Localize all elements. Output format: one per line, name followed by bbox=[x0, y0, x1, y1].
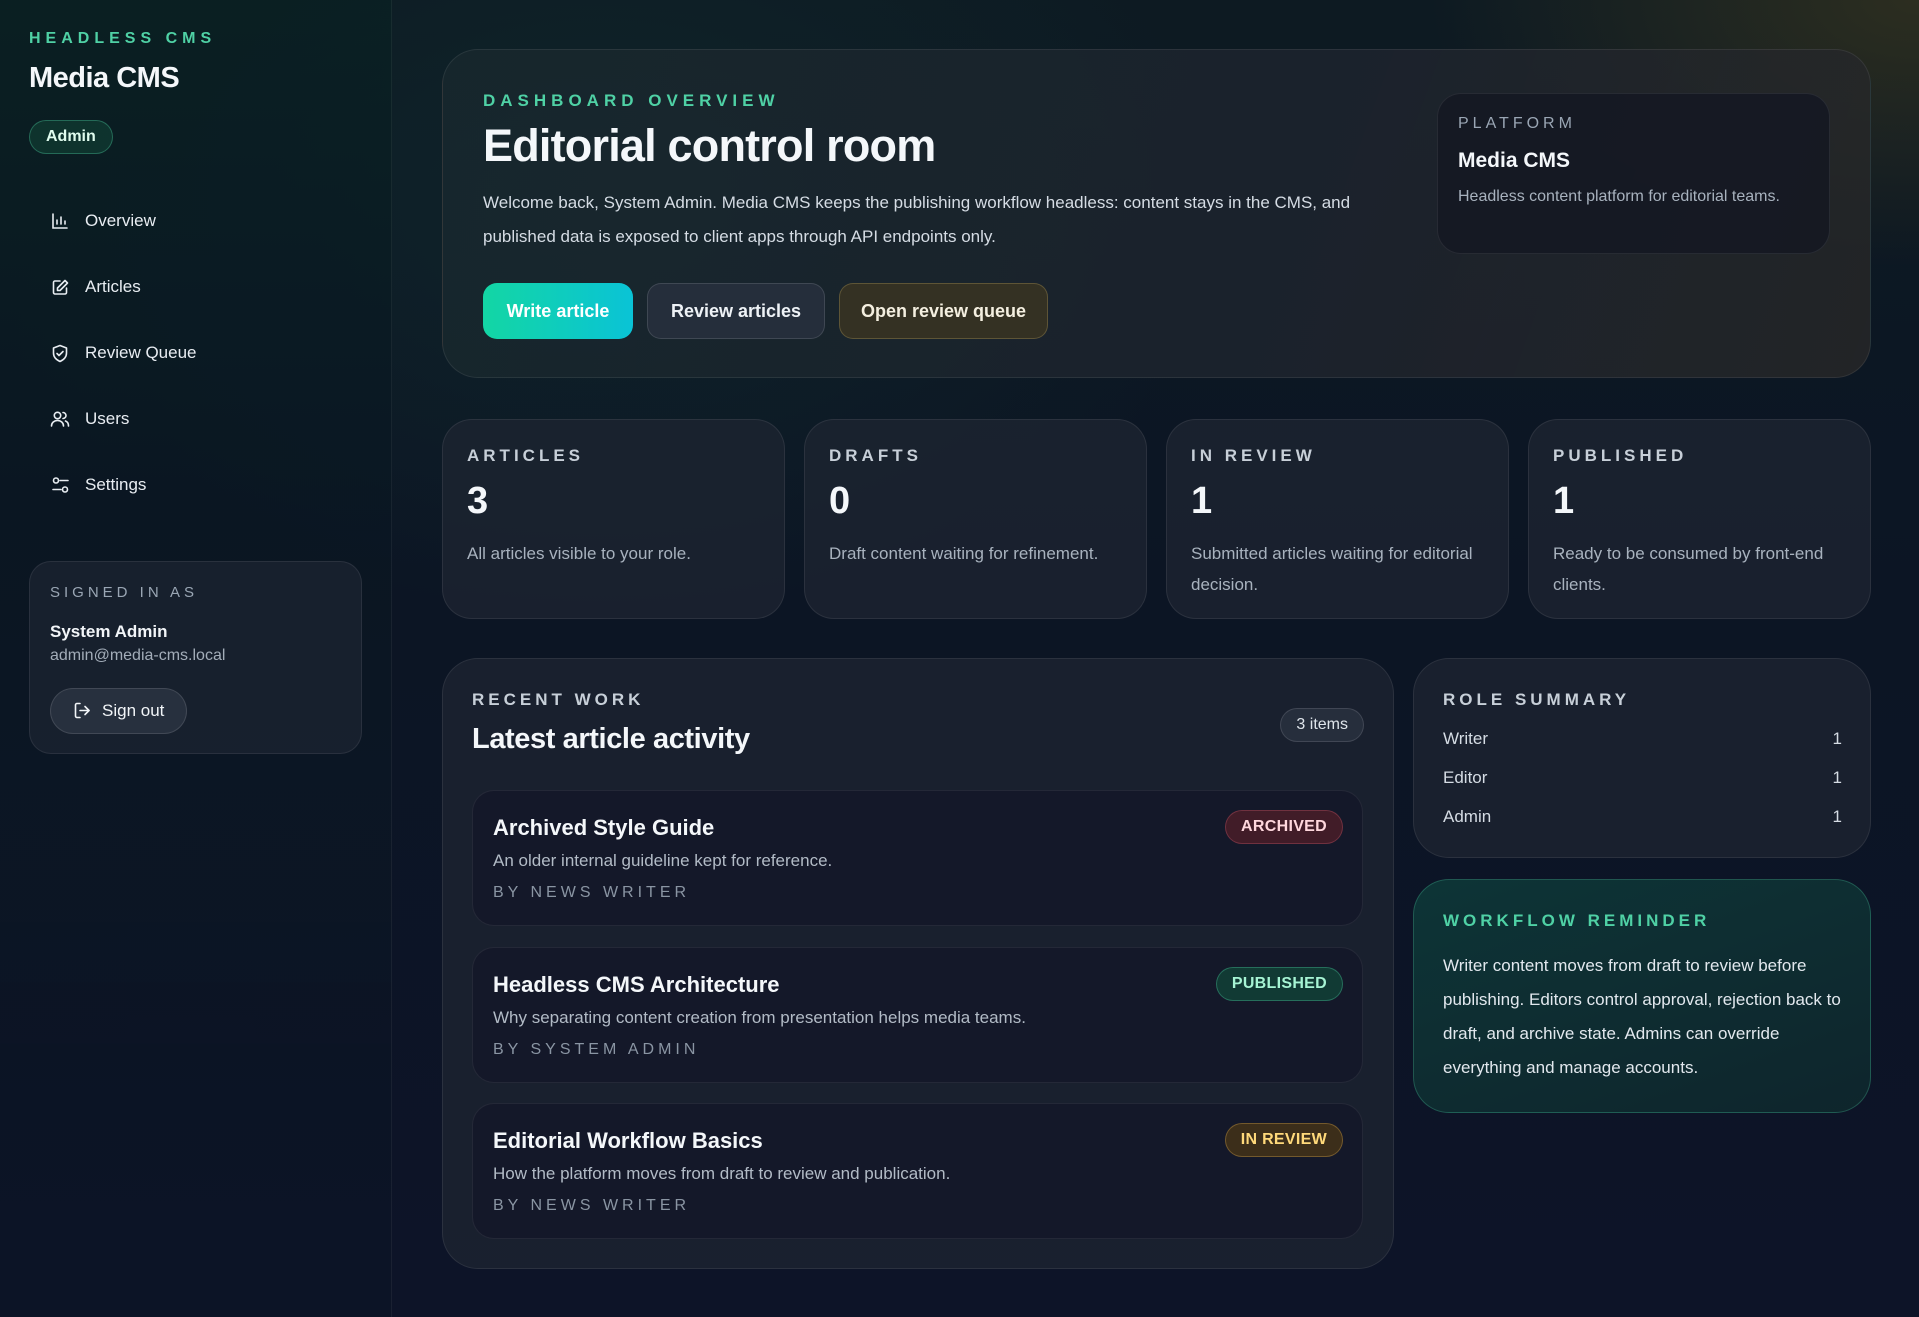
sidebar-item-label: Settings bbox=[85, 475, 147, 494]
settings-sliders-icon bbox=[49, 474, 71, 496]
role-summary-panel: ROLE SUMMARY Writer 1 Editor 1 Admin 1 bbox=[1413, 658, 1871, 858]
platform-description: Headless content platform for editorial … bbox=[1458, 188, 1780, 205]
brand-eyebrow: HEADLESS CMS bbox=[29, 30, 217, 47]
stat-description: Submitted articles waiting for editorial… bbox=[1191, 544, 1473, 594]
signed-in-eyebrow: SIGNED IN AS bbox=[50, 584, 199, 601]
article-item[interactable]: Archived Style Guide An older internal g… bbox=[472, 790, 1363, 926]
bar-chart-icon bbox=[49, 210, 71, 232]
article-author: BY SYSTEM ADMIN bbox=[493, 1041, 700, 1058]
edit-icon bbox=[49, 276, 71, 298]
role-row: Admin 1 bbox=[1443, 807, 1842, 827]
status-badge: PUBLISHED bbox=[1215, 967, 1343, 1001]
stat-value: 1 bbox=[1553, 480, 1575, 522]
role-count: 1 bbox=[1832, 768, 1842, 787]
status-badge: IN REVIEW bbox=[1224, 1123, 1343, 1157]
users-icon bbox=[49, 408, 71, 430]
sidebar-item-label: Review Queue bbox=[85, 343, 197, 362]
stat-label: DRAFTS bbox=[829, 446, 922, 465]
signed-in-card: SIGNED IN AS System Admin admin@media-cm… bbox=[29, 561, 362, 754]
sidebar-item-users[interactable]: Users bbox=[29, 394, 363, 444]
sign-out-button[interactable]: Sign out bbox=[50, 688, 187, 734]
stat-card-drafts: DRAFTS 0 Draft content waiting for refin… bbox=[804, 419, 1147, 619]
sidebar-item-review-queue[interactable]: Review Queue bbox=[29, 328, 363, 378]
platform-name: Media CMS bbox=[1458, 149, 1571, 172]
stat-label: PUBLISHED bbox=[1553, 446, 1688, 465]
sidebar-item-label: Articles bbox=[85, 277, 141, 296]
status-badge: ARCHIVED bbox=[1225, 810, 1343, 844]
platform-card: PLATFORM Media CMS Headless content plat… bbox=[1437, 93, 1830, 254]
sidebar-item-label: Users bbox=[85, 409, 130, 428]
open-review-queue-button[interactable]: Open review queue bbox=[839, 283, 1048, 339]
role-count: 1 bbox=[1832, 729, 1842, 748]
recent-title: Latest article activity bbox=[472, 723, 750, 755]
role-count: 1 bbox=[1832, 807, 1842, 826]
sidebar-item-articles[interactable]: Articles bbox=[29, 262, 363, 312]
review-articles-button[interactable]: Review articles bbox=[647, 283, 825, 339]
role-row: Writer 1 bbox=[1443, 729, 1842, 749]
app-title: Media CMS bbox=[29, 62, 180, 94]
sidebar-item-label: Overview bbox=[85, 211, 156, 230]
stat-value: 0 bbox=[829, 480, 851, 522]
role-name: Writer bbox=[1443, 729, 1489, 748]
article-author: BY NEWS WRITER bbox=[493, 884, 691, 901]
stat-card-published: PUBLISHED 1 Ready to be consumed by fron… bbox=[1528, 419, 1871, 619]
article-item[interactable]: Headless CMS Architecture Why separating… bbox=[472, 947, 1363, 1083]
sidebar-nav: Overview Articles Review Queue Users Set… bbox=[29, 196, 363, 526]
stat-description: Ready to be consumed by front-end client… bbox=[1553, 544, 1824, 594]
article-item[interactable]: Editorial Workflow Basics How the platfo… bbox=[472, 1103, 1363, 1239]
role-summary-eyebrow: ROLE SUMMARY bbox=[1443, 690, 1631, 709]
stat-card-articles: ARTICLES 3 All articles visible to your … bbox=[442, 419, 785, 619]
sidebar: HEADLESS CMS Media CMS Admin Overview Ar… bbox=[0, 0, 392, 1317]
stat-card-in-review: IN REVIEW 1 Submitted articles waiting f… bbox=[1166, 419, 1509, 619]
article-author: BY NEWS WRITER bbox=[493, 1197, 691, 1214]
article-description: An older internal guideline kept for ref… bbox=[493, 851, 833, 870]
article-description: How the platform moves from draft to rev… bbox=[493, 1164, 951, 1183]
write-article-button[interactable]: Write article bbox=[483, 283, 633, 339]
stat-description: All articles visible to your role. bbox=[467, 544, 691, 563]
stat-value: 1 bbox=[1191, 480, 1213, 522]
article-title: Headless CMS Architecture bbox=[493, 972, 780, 997]
article-title: Editorial Workflow Basics bbox=[493, 1128, 763, 1153]
items-count-badge: 3 items bbox=[1280, 708, 1364, 742]
sidebar-item-settings[interactable]: Settings bbox=[29, 460, 363, 510]
logout-icon bbox=[73, 701, 93, 721]
user-name: System Admin bbox=[50, 622, 168, 641]
hero-description: Welcome back, System Admin. Media CMS ke… bbox=[483, 193, 1351, 246]
stat-description: Draft content waiting for refinement. bbox=[829, 544, 1099, 563]
stat-label: IN REVIEW bbox=[1191, 446, 1316, 465]
sign-out-label: Sign out bbox=[102, 701, 165, 720]
role-name: Editor bbox=[1443, 768, 1488, 787]
platform-eyebrow: PLATFORM bbox=[1458, 115, 1576, 132]
article-description: Why separating content creation from pre… bbox=[493, 1008, 1026, 1027]
sidebar-item-overview[interactable]: Overview bbox=[29, 196, 363, 246]
shield-check-icon bbox=[49, 342, 71, 364]
page-title: Editorial control room bbox=[483, 120, 936, 171]
workflow-reminder-panel: WORKFLOW REMINDER Writer content moves f… bbox=[1413, 879, 1871, 1113]
user-email: admin@media-cms.local bbox=[50, 647, 226, 664]
recent-work-panel: RECENT WORK Latest article activity 3 it… bbox=[442, 658, 1394, 1269]
reminder-eyebrow: WORKFLOW REMINDER bbox=[1443, 911, 1711, 930]
stat-label: ARTICLES bbox=[467, 446, 584, 465]
hero-eyebrow: DASHBOARD OVERVIEW bbox=[483, 91, 780, 110]
role-badge: Admin bbox=[29, 120, 113, 154]
role-name: Admin bbox=[1443, 807, 1492, 826]
stat-value: 3 bbox=[467, 480, 489, 522]
reminder-text: Writer content moves from draft to revie… bbox=[1443, 956, 1841, 1077]
article-title: Archived Style Guide bbox=[493, 815, 715, 840]
role-row: Editor 1 bbox=[1443, 768, 1842, 788]
recent-eyebrow: RECENT WORK bbox=[472, 690, 645, 709]
